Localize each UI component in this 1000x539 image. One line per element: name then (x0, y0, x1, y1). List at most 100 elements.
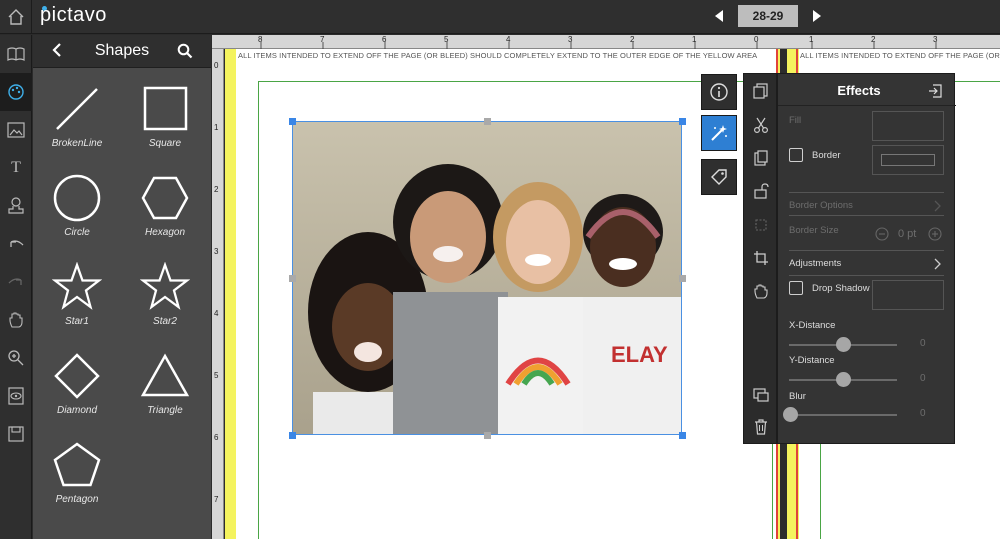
ruler-number: 0 (754, 35, 759, 44)
shape-label: Star2 (153, 316, 177, 327)
hand-icon (9, 312, 23, 328)
tool-zoom[interactable] (0, 339, 32, 377)
shape-label: Square (148, 138, 182, 149)
shape-label: Hexagon (144, 227, 186, 238)
arrange-button[interactable] (744, 212, 778, 238)
border-color-preview (881, 154, 935, 166)
effects-button[interactable] (701, 115, 737, 151)
home-icon (8, 9, 23, 25)
border-size-decrement[interactable] (875, 227, 889, 246)
tool-images[interactable] (0, 111, 32, 149)
x-distance-slider[interactable] (836, 337, 851, 352)
delete-button[interactable] (744, 414, 778, 440)
border-size-label: Border Size (789, 225, 839, 236)
shadow-color-swatch[interactable] (872, 280, 944, 310)
search-button[interactable] (177, 43, 193, 64)
ruler-number: 0 (214, 61, 219, 70)
shape-diamond[interactable]: Diamond (33, 343, 121, 431)
selected-photo[interactable]: ELAY (292, 121, 682, 435)
crop-button[interactable] (744, 245, 778, 271)
arrange-icon (755, 219, 767, 231)
ruler-number: 5 (214, 371, 219, 380)
shape-hexagon[interactable]: Hexagon (121, 165, 209, 253)
shape-pentagon[interactable]: Pentagon (33, 432, 121, 520)
drop-shadow-checkbox[interactable] (789, 281, 803, 295)
bleed-notice-left: ALL ITEMS INTENDED TO EXTEND OFF THE PAG… (238, 51, 758, 60)
previous-page-button[interactable] (710, 5, 728, 27)
ruler-number: 7 (320, 35, 325, 44)
paste-button[interactable] (744, 145, 778, 171)
shape-star2[interactable]: Star2 (121, 254, 209, 342)
border-size-increment[interactable] (928, 227, 942, 246)
ruler-number: 1 (214, 123, 219, 132)
shape-square[interactable]: Square (121, 76, 209, 164)
pentagon-icon (53, 442, 101, 487)
ruler-ticks-horizontal (260, 42, 937, 49)
resize-handle-right[interactable] (679, 275, 686, 282)
fill-color-swatch[interactable] (872, 111, 944, 141)
ruler-number: 3 (568, 35, 573, 44)
square-icon (143, 86, 188, 131)
resize-handle-bottom[interactable] (484, 432, 491, 439)
close-panel-button[interactable] (928, 84, 942, 103)
cut-button[interactable] (744, 112, 778, 138)
section-divider (789, 275, 944, 276)
tool-themes[interactable] (0, 73, 32, 111)
tag-icon (711, 169, 727, 185)
info-button[interactable] (701, 74, 737, 110)
object-tools-rail (743, 73, 777, 444)
tool-text[interactable]: T (0, 149, 32, 187)
tool-stamp[interactable] (0, 187, 32, 225)
tool-hand[interactable] (0, 301, 32, 339)
next-page-button[interactable] (808, 5, 826, 27)
drop-shadow-label: Drop Shadow (812, 283, 870, 294)
preview-icon (8, 387, 24, 405)
stamp-icon (8, 197, 24, 214)
resize-handle-bottom-right[interactable] (679, 432, 686, 439)
resize-handle-left[interactable] (289, 275, 296, 282)
blur-slider[interactable] (783, 407, 798, 422)
adjustments-row[interactable]: Adjustments (789, 258, 841, 269)
resize-handle-top-left[interactable] (289, 118, 296, 125)
page-navigator: 28-29 (710, 5, 826, 27)
border-size-value: 0 pt (898, 228, 917, 240)
pan-button[interactable] (744, 278, 778, 304)
shape-circle[interactable]: Circle (33, 165, 121, 253)
info-icon (710, 83, 728, 101)
border-label: Border (812, 150, 841, 161)
shape-label: Circle (64, 227, 90, 238)
trash-icon (755, 419, 767, 435)
section-divider (789, 215, 944, 216)
lock-button[interactable] (744, 178, 778, 204)
replace-image-button[interactable] (744, 381, 778, 407)
exit-icon (929, 84, 942, 98)
border-checkbox[interactable] (789, 148, 803, 162)
zoom-in-icon (8, 350, 24, 366)
border-color-swatch[interactable] (872, 145, 944, 175)
tool-redo[interactable] (0, 263, 32, 301)
copy-button[interactable] (744, 78, 778, 104)
tool-pages[interactable] (0, 35, 32, 73)
tool-preview[interactable] (0, 377, 32, 415)
resize-handle-top[interactable] (484, 118, 491, 125)
home-button[interactable] (0, 0, 32, 34)
triangle-left-icon (715, 10, 723, 22)
ruler-number: 6 (214, 433, 219, 442)
text-icon: T (11, 159, 21, 176)
star-icon (140, 262, 190, 310)
ruler-number: 1 (809, 35, 814, 44)
shape-broken-line[interactable]: BrokenLine (33, 76, 121, 164)
page-number[interactable]: 28-29 (738, 5, 798, 27)
shape-triangle[interactable]: Triangle (121, 343, 209, 431)
shape-star1[interactable]: Star1 (33, 254, 121, 342)
resize-handle-top-right[interactable] (679, 118, 686, 125)
resize-handle-bottom-left[interactable] (289, 432, 296, 439)
tag-button[interactable] (701, 159, 737, 195)
redo-icon (8, 278, 22, 285)
y-distance-slider[interactable] (836, 372, 851, 387)
tool-undo[interactable] (0, 225, 32, 263)
ruler-number: 2 (630, 35, 635, 44)
tool-save[interactable] (0, 415, 32, 453)
shape-label: BrokenLine (51, 138, 103, 149)
hand-icon (754, 284, 768, 299)
